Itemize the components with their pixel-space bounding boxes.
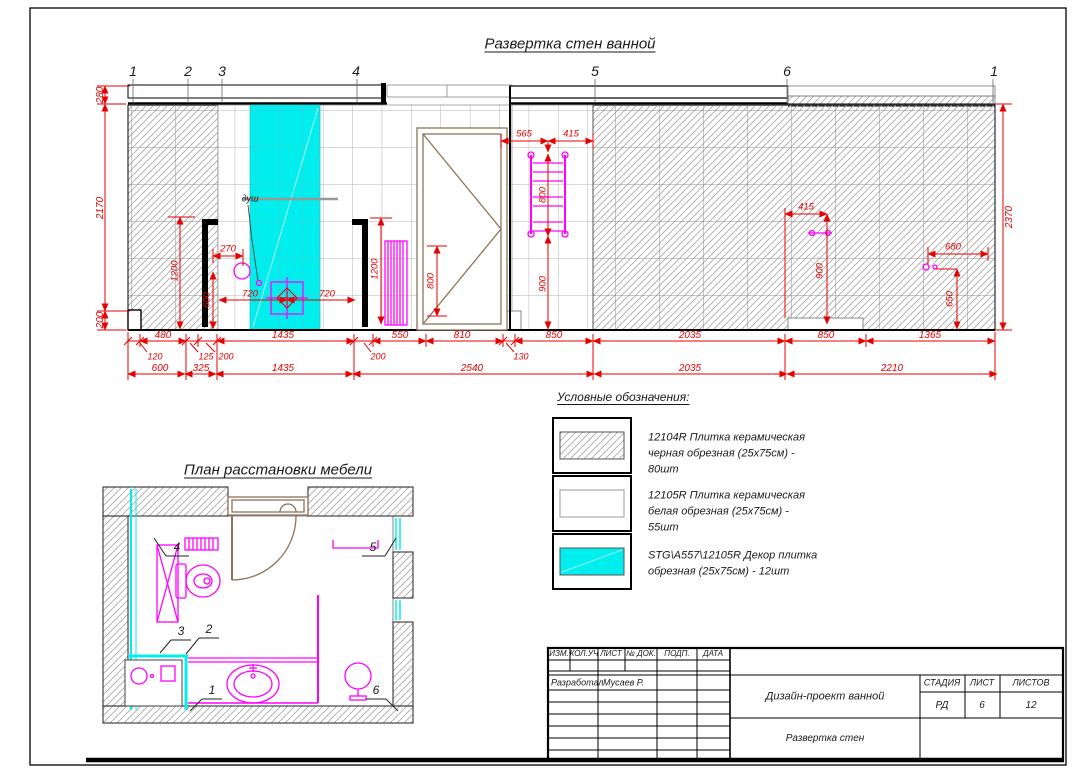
legend-item-text: черная обрезная (25х75см) - <box>648 447 795 460</box>
dim-1435b: 1435 <box>271 363 295 374</box>
legend-item-text: STG\A557\12105R Декор плитка <box>648 549 818 562</box>
dim-2540: 2540 <box>460 363 484 374</box>
cad-canvas <box>29 7 1067 766</box>
legend-item-text: обрезная (25х75см) - 12шт <box>648 565 790 578</box>
dim-800-towel: 800 <box>537 187 549 203</box>
dim-200: 200 <box>95 311 106 329</box>
dim-800-door: 800 <box>425 273 437 289</box>
dim-850: 850 <box>545 330 563 341</box>
dim-125: 125 <box>198 351 214 362</box>
plan-item-5: 5 <box>369 540 377 554</box>
plan-item-1: 1 <box>208 683 216 697</box>
dim-600b: 600 <box>151 363 169 374</box>
tb-header: ДАТА <box>702 649 724 658</box>
dim-1365: 1365 <box>918 330 942 341</box>
axis-label: 4 <box>352 63 360 79</box>
dim-600: 600 <box>201 292 213 308</box>
tb-header: № ДОК. <box>626 649 656 658</box>
dim-850b: 850 <box>817 330 835 341</box>
plan-item-6: 6 <box>372 683 380 697</box>
plan-title: План расстановки мебели <box>183 461 373 479</box>
tb-stage-val: 12 <box>1025 700 1037 711</box>
legend-item-text: 12105R Плитка керамическая <box>648 489 805 502</box>
legend-header: Условные обозначения: <box>557 390 690 404</box>
dim-1200-rad: 1200 <box>369 258 381 280</box>
dim-680: 680 <box>945 241 961 253</box>
dim-720l: 720 <box>242 288 258 300</box>
bathtub-edge <box>787 317 864 331</box>
plan-item-3: 3 <box>177 624 185 638</box>
legend-item-text: 55шт <box>648 521 679 534</box>
dim-130: 130 <box>513 351 529 362</box>
tb-header: ПОДП. <box>664 649 690 658</box>
step-edge <box>505 310 522 331</box>
dim-550: 550 <box>391 330 409 341</box>
dim-415: 415 <box>563 128 579 140</box>
axis-label: 1 <box>129 63 137 79</box>
plan-item-2: 2 <box>205 622 213 636</box>
dim-810: 810 <box>453 330 471 341</box>
tb-stage-val: РД <box>935 700 949 711</box>
dim-200b: 200 <box>370 351 386 362</box>
tb-sheet-title: Развертка стен <box>785 733 865 744</box>
dim-325: 325 <box>192 363 210 374</box>
drawing-sheet: Развертка стен ванной План расстановки м… <box>0 0 1079 773</box>
dim-900-towel: 900 <box>537 276 549 292</box>
dim-1435: 1435 <box>271 330 295 341</box>
dim-270: 270 <box>220 243 236 255</box>
dim-2035: 2035 <box>678 330 702 341</box>
axis-label: 5 <box>591 63 599 79</box>
tb-stage-col: ЛИСТОВ <box>1012 677 1050 688</box>
axis-label: 2 <box>184 63 192 79</box>
dim-2370: 2370 <box>1004 205 1015 229</box>
tb-stage-val: 6 <box>979 700 985 711</box>
washing-machine-plan <box>124 659 183 707</box>
dim-480: 480 <box>154 330 172 341</box>
tb-developed-value: Мусаев Р. <box>603 677 644 688</box>
tb-header: КОЛ.УЧ <box>569 649 599 658</box>
dim-2170: 2170 <box>95 196 106 220</box>
tb-project-title: Дизайн-проект ванной <box>765 690 885 703</box>
dim-720r: 720 <box>319 288 335 300</box>
legend-item-text: 12104R Плитка керамическая <box>648 431 805 444</box>
dim-2035b: 2035 <box>678 363 702 374</box>
axis-label: 6 <box>783 63 791 79</box>
legend-item-text: 80шт <box>648 463 679 476</box>
legend-item-text: белая обрезная (25х75см) - <box>648 505 789 518</box>
axis-label: 1 <box>990 63 998 79</box>
tb-stage-col: СТАДИЯ <box>923 677 961 688</box>
tb-header: ИЗМ. <box>549 649 569 658</box>
plan-item-4: 4 <box>173 540 181 554</box>
dim-1200-wall: 1200 <box>169 260 181 282</box>
door-elevation <box>416 127 508 331</box>
tb-stage-col: ЛИСТ <box>969 677 995 688</box>
dim-415-w6: 415 <box>798 201 814 213</box>
axis-label: 3 <box>218 63 226 79</box>
dim-280: 280 <box>95 86 106 104</box>
dim-900-w6: 900 <box>814 263 826 279</box>
tb-header: ЛИСТ <box>600 649 622 658</box>
dim-2210: 2210 <box>880 363 904 374</box>
legend-swatches <box>552 417 632 590</box>
dim-565: 565 <box>516 128 532 140</box>
elevation-title: Развертка стен ванной <box>484 35 656 53</box>
furniture-plan-drawing <box>102 486 414 724</box>
corner-tile <box>127 309 142 331</box>
dim-200a: 200 <box>218 351 234 362</box>
tb-developed-label: Разработал <box>551 677 604 688</box>
dim-120: 120 <box>147 351 163 362</box>
dim-650: 650 <box>944 291 956 307</box>
shower-note: душ <box>241 193 259 204</box>
